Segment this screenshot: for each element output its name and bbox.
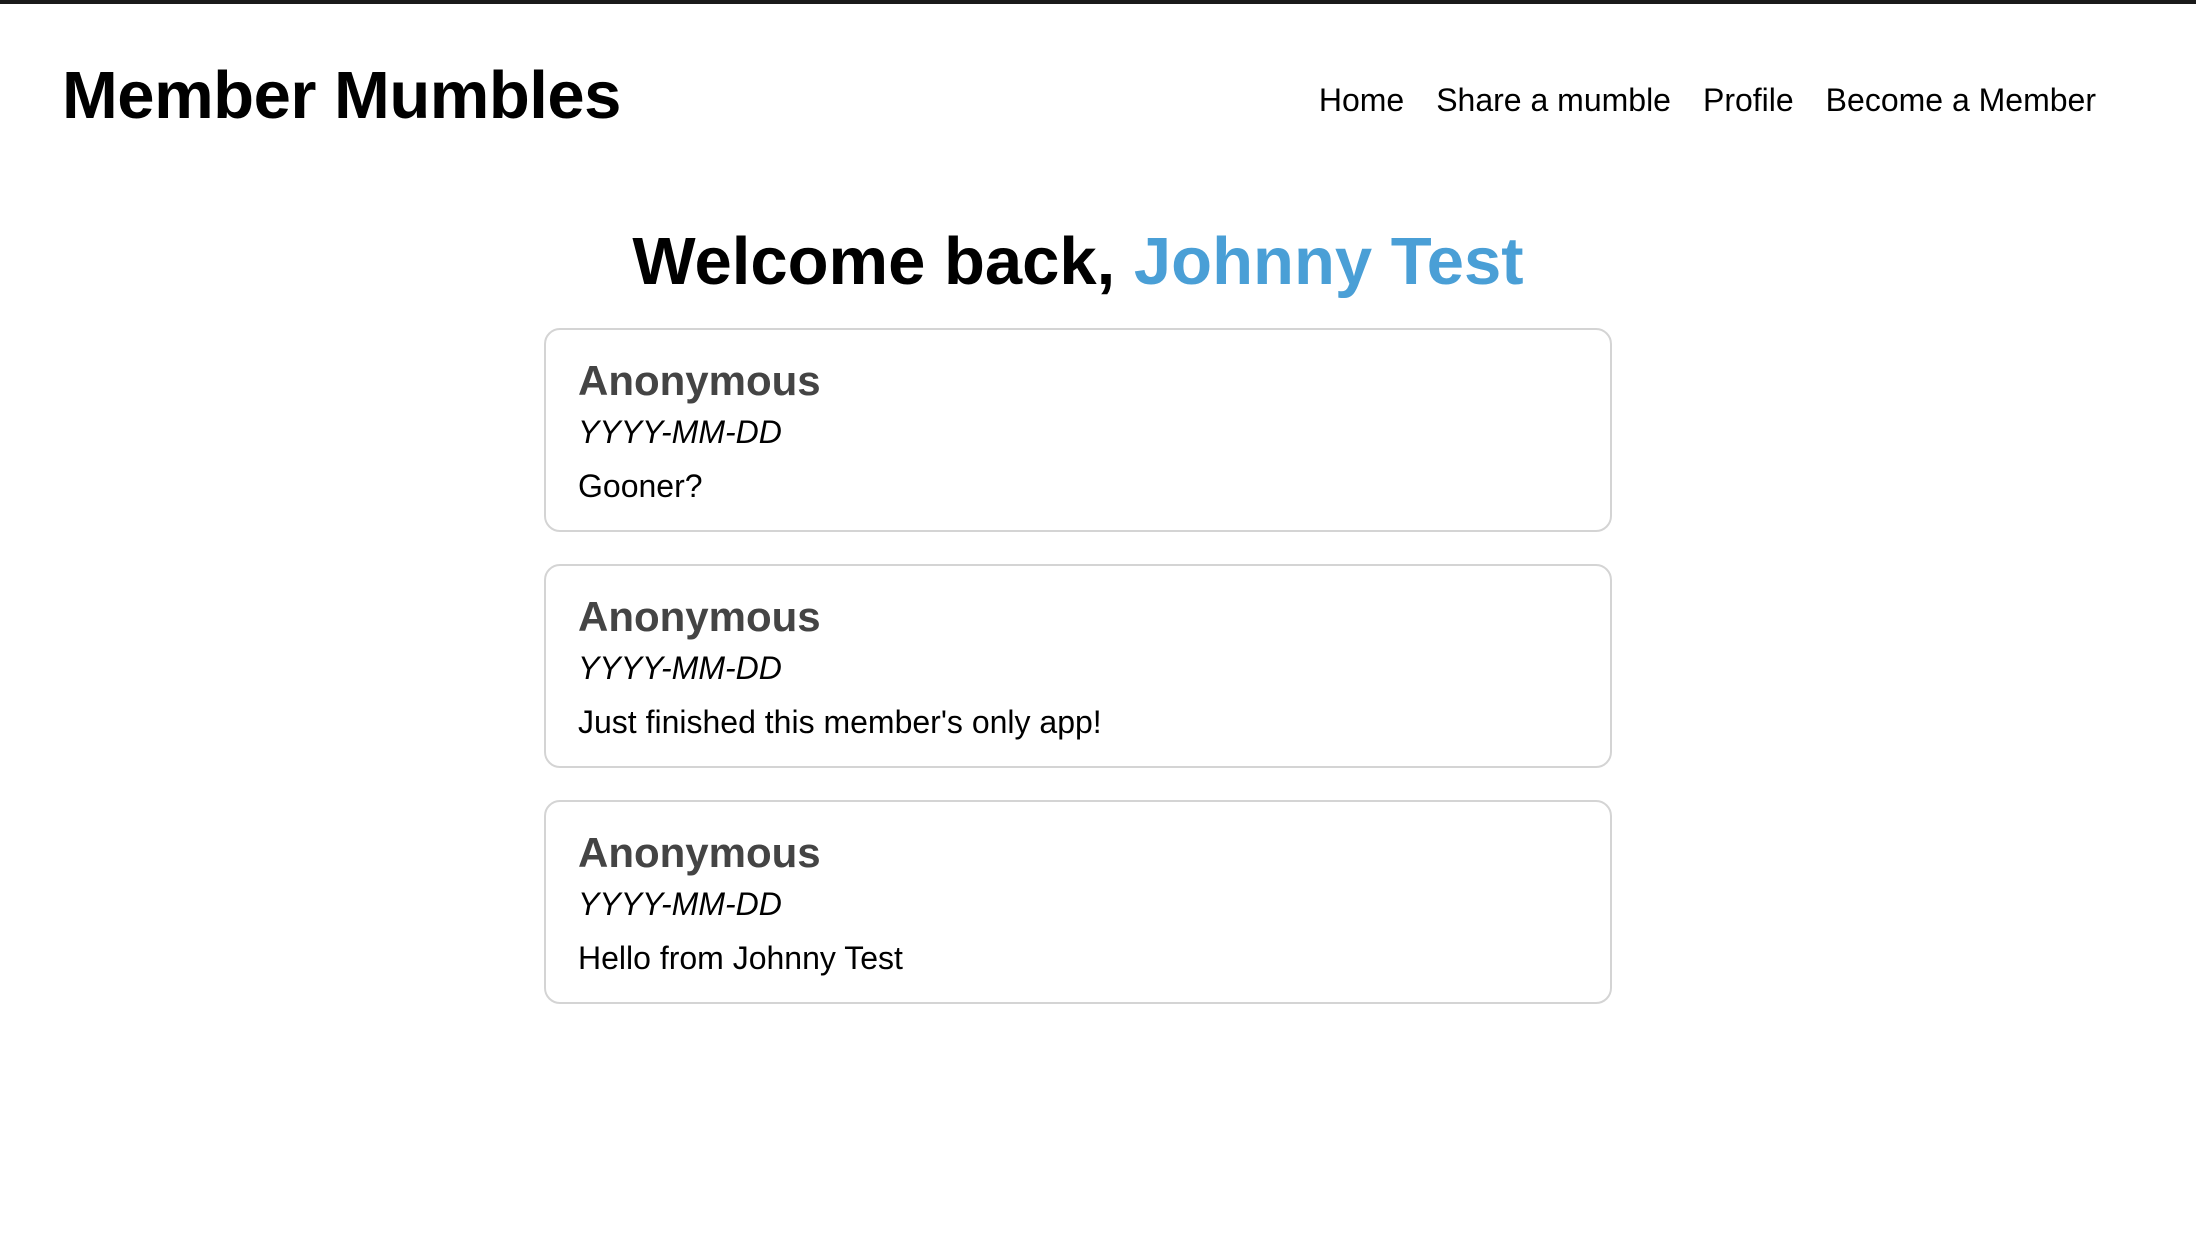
message-author: Anonymous [578, 357, 821, 404]
message-author: Anonymous [578, 593, 821, 640]
message-date: YYYY-MM-DD [578, 414, 782, 450]
welcome-prefix: Welcome back, [632, 224, 1134, 299]
nav-become-member-link[interactable]: Become a Member [1826, 84, 2096, 116]
message-date: YYYY-MM-DD [578, 886, 782, 922]
site-header: Member Mumbles Home Share a mumble Profi… [0, 4, 2196, 204]
message-text: Gooner? [578, 468, 703, 504]
message-card: Anonymous YYYY-MM-DD Gooner? [544, 328, 1612, 532]
site-title[interactable]: Member Mumbles [62, 62, 621, 129]
main-nav: Home Share a mumble Profile Become a Mem… [1319, 84, 2096, 116]
nav-profile-link[interactable]: Profile [1703, 84, 1794, 116]
nav-share-mumble-link[interactable]: Share a mumble [1436, 84, 1671, 116]
welcome-heading: Welcome back, Johnny Test [0, 228, 2156, 295]
message-date: YYYY-MM-DD [578, 650, 782, 686]
message-text: Just finished this member's only app! [578, 704, 1102, 740]
message-card: Anonymous YYYY-MM-DD Just finished this … [544, 564, 1612, 768]
welcome-username: Johnny Test [1133, 224, 1524, 299]
message-list: Anonymous YYYY-MM-DD Gooner? Anonymous Y… [544, 328, 1612, 1036]
message-author: Anonymous [578, 829, 821, 876]
nav-home-link[interactable]: Home [1319, 84, 1404, 116]
message-text: Hello from Johnny Test [578, 940, 903, 976]
message-card: Anonymous YYYY-MM-DD Hello from Johnny T… [544, 800, 1612, 1004]
